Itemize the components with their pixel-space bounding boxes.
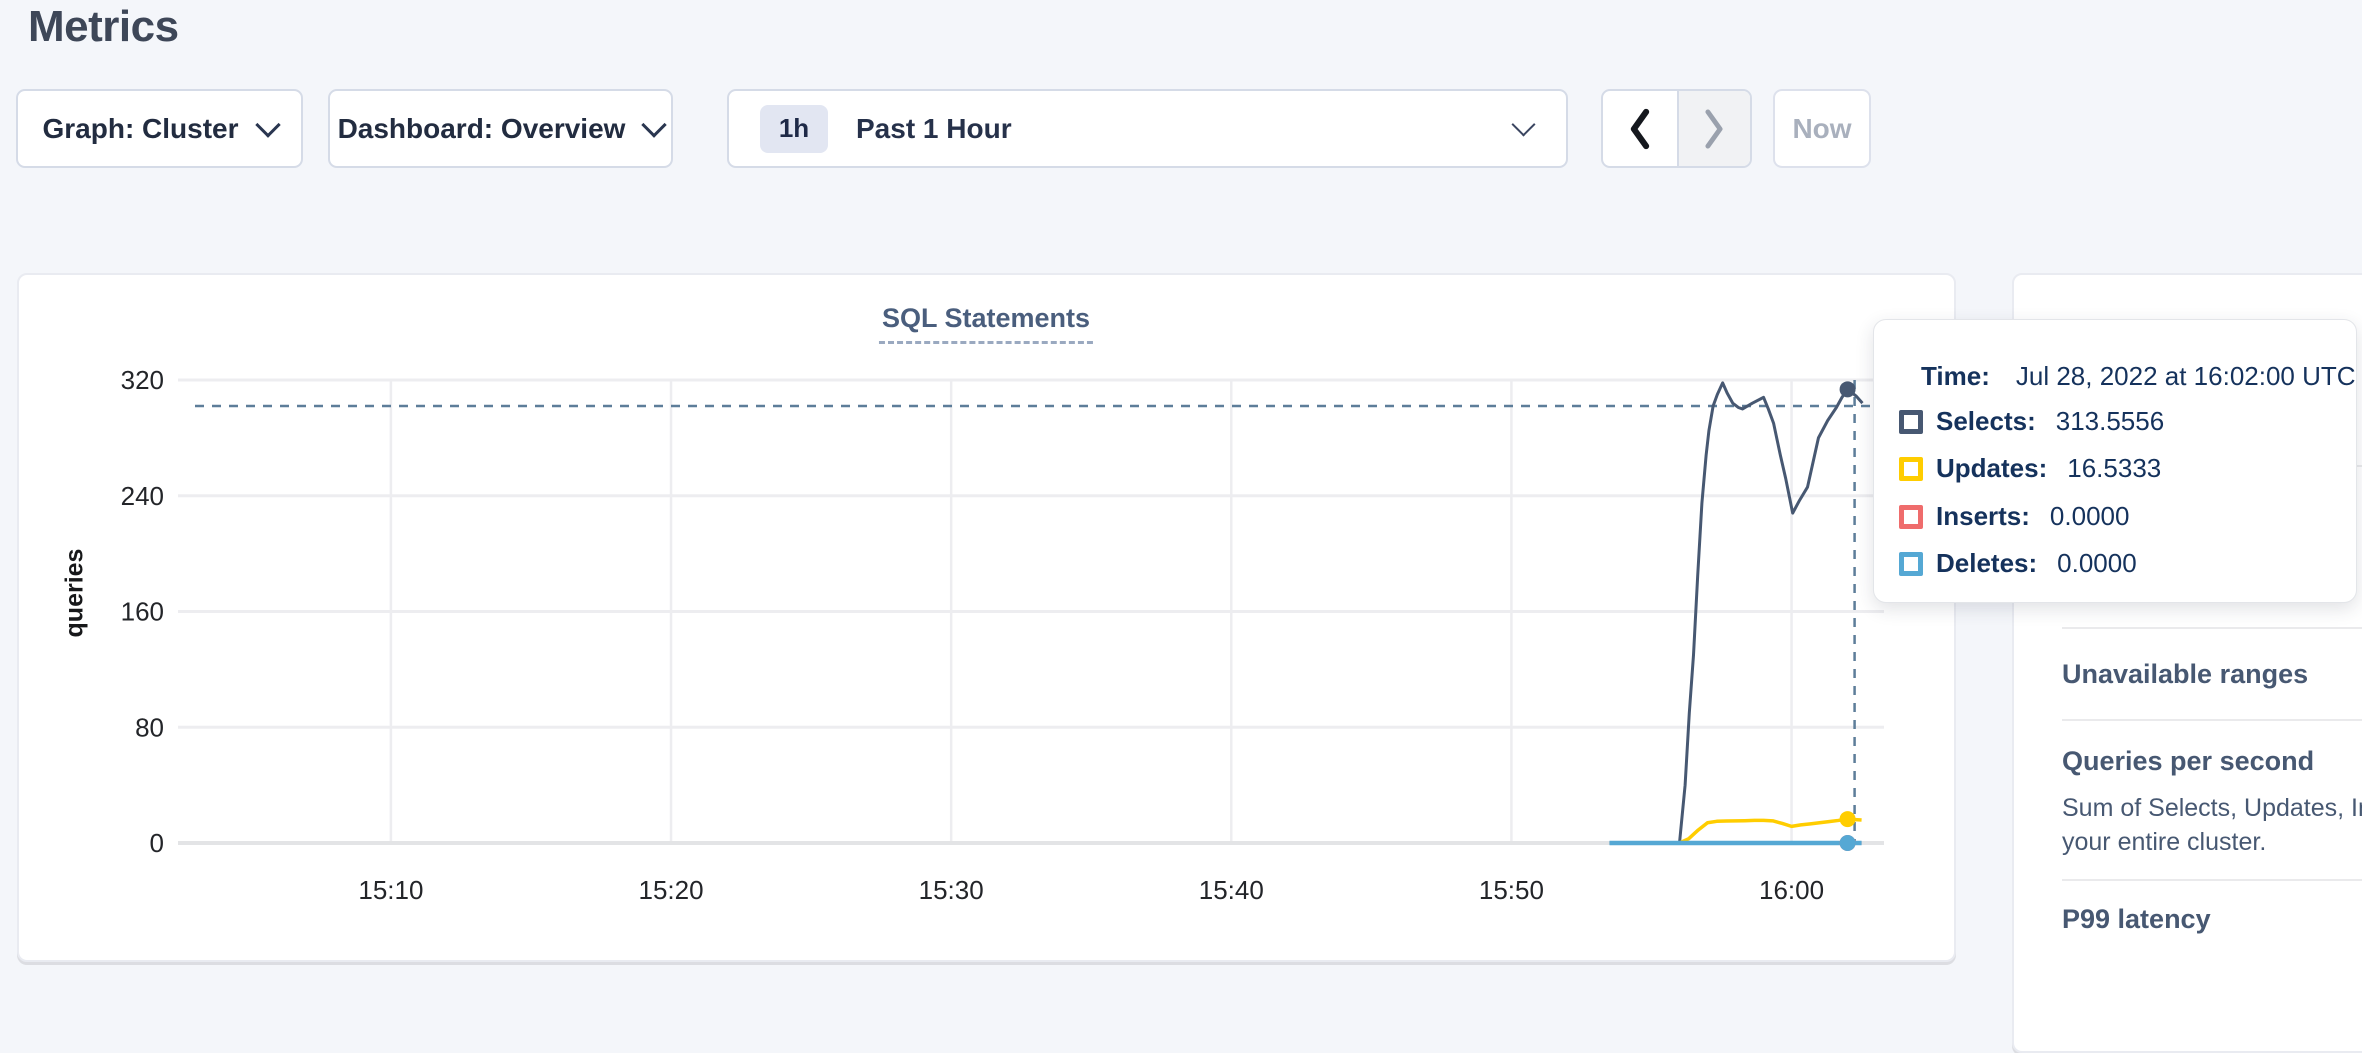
tooltip-time-value: Jul 28, 2022 at 16:02:00 UTC [2016,361,2356,392]
time-nav-group [1601,89,1752,168]
prev-time-button[interactable] [1603,91,1677,166]
chevron-down-icon [255,112,280,137]
graph-dropdown[interactable]: Graph: Cluster [16,89,303,168]
chart-title[interactable]: SQL Statements [879,303,1093,344]
tooltip-row-selects: Selects: 313.5556 [1899,406,2164,437]
time-range-badge: 1h [760,105,828,153]
tooltip-time-row: Time: Jul 28, 2022 at 16:02:00 UTC [1921,361,2356,392]
tooltip-row-updates: Updates: 16.5333 [1899,453,2161,484]
chevron-right-icon [1699,107,1729,151]
description-line: your entire cluster. [2062,825,2362,859]
sql-statements-chart-card [17,273,1956,962]
now-button[interactable]: Now [1773,89,1871,168]
dashboard-dropdown-label: Dashboard: Overview [338,113,626,145]
y-axis-label: queries [61,549,90,638]
sidebar-divider [2062,719,2362,721]
time-range-dropdown[interactable]: 1h Past 1 Hour [727,89,1568,168]
tooltip-row-value: 0.0000 [2057,548,2137,579]
chart-tooltip: Time: Jul 28, 2022 at 16:02:00 UTC Selec… [1873,319,2357,603]
chevron-down-icon [642,112,667,137]
tooltip-row-value: 313.5556 [2056,406,2164,437]
updates-series-swatch [1899,457,1923,481]
tooltip-row-label: Inserts: [1936,501,2030,532]
description-line: Sum of Selects, Updates, Inser [2062,791,2362,825]
tooltip-row-label: Updates: [1936,453,2047,484]
sidebar-divider [2062,627,2362,629]
dashboard-dropdown[interactable]: Dashboard: Overview [328,89,673,168]
tooltip-row-value: 0.0000 [2050,501,2130,532]
tooltip-row-label: Selects: [1936,406,2036,437]
queries-per-second-description: Sum of Selects, Updates, Inser your enti… [2062,791,2362,859]
tooltip-row-value: 16.5333 [2067,453,2161,484]
time-range-label: Past 1 Hour [856,113,1012,145]
tooltip-time-label: Time: [1921,361,1990,392]
deletes-series-swatch [1899,552,1923,576]
sidebar-divider [2062,879,2362,881]
next-time-button[interactable] [1677,91,1751,166]
sidebar-item-queries-per-second[interactable]: Queries per second [2062,746,2314,777]
tooltip-row-label: Deletes: [1936,548,2037,579]
chevron-down-icon [1511,112,1535,136]
sidebar-item-unavailable-ranges[interactable]: Unavailable ranges [2062,659,2308,690]
page-title: Metrics [28,2,179,52]
graph-dropdown-label: Graph: Cluster [42,113,238,145]
tooltip-row-inserts: Inserts: 0.0000 [1899,501,2129,532]
chevron-left-icon [1625,107,1655,151]
inserts-series-swatch [1899,505,1923,529]
sidebar-item-p99-latency[interactable]: P99 latency [2062,904,2211,935]
selects-series-swatch [1899,410,1923,434]
now-button-label: Now [1792,113,1851,145]
tooltip-row-deletes: Deletes: 0.0000 [1899,548,2137,579]
